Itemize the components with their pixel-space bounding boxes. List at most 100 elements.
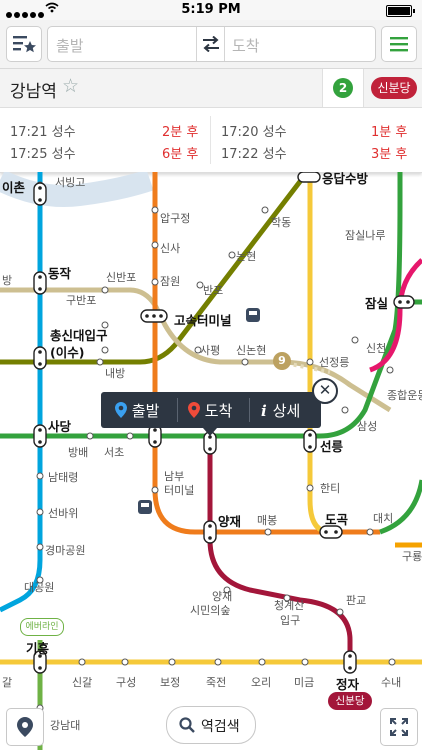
station-gyeongma[interactable]: 경마공원 <box>45 542 85 558</box>
station-dongjak[interactable]: 동작 <box>48 263 71 282</box>
station-banpo[interactable]: 반포 <box>203 282 223 298</box>
station-maebong[interactable]: 매봉 <box>257 512 277 528</box>
arrival-eta-1: 2분 후 <box>162 125 199 140</box>
station-nambu-2[interactable]: 터미널 <box>164 482 194 498</box>
station-seocho[interactable]: 서초 <box>104 444 124 460</box>
station-seongsu-partial[interactable]: 응답수방 <box>322 172 368 187</box>
route-search-box: 출발 도착 <box>47 26 376 62</box>
tab-line-2[interactable]: 2 <box>322 69 364 107</box>
favorite-star-icon[interactable]: ☆ <box>62 75 79 97</box>
sinbundang-line <box>207 436 353 662</box>
station-jamwon[interactable]: 잠원 <box>160 273 180 289</box>
station-sadang[interactable]: 사당 <box>48 416 71 435</box>
station-migeum[interactable]: 미금 <box>294 674 314 690</box>
station-singal[interactable]: 신갈 <box>72 674 92 690</box>
station-jeongja[interactable]: 정자 <box>336 674 359 693</box>
station-seobinggo[interactable]: 서빙고 <box>55 174 85 190</box>
arrival-row-1: 17:21 성수 <box>10 125 76 140</box>
station-cheonggyesan-2[interactable]: 입구 <box>280 612 300 628</box>
toolbar: 출발 도착 <box>0 20 422 69</box>
station-sinbanpo[interactable]: 신반포 <box>106 269 136 285</box>
line-9-badge: 9 <box>273 352 291 370</box>
station-guseong[interactable]: 구성 <box>116 674 136 690</box>
arrival-eta-4: 3분 후 <box>371 147 408 162</box>
menu-button[interactable] <box>381 26 417 62</box>
arrival-row-3: 17:25 성수 <box>10 147 76 162</box>
popup-close-icon[interactable]: ✕ <box>312 378 338 404</box>
everline-badge: 에버라인 <box>20 618 64 636</box>
station-gal[interactable]: 갈 <box>2 674 12 690</box>
map-pin-icon <box>17 717 33 737</box>
station-jamsil[interactable]: 잠실 <box>365 293 388 312</box>
station-ori[interactable]: 오리 <box>251 674 271 690</box>
station-sinnonhyeon[interactable]: 신논현 <box>236 342 266 358</box>
station-sports-complex[interactable]: 종합운동 <box>387 387 422 403</box>
origin-input[interactable]: 출발 <box>56 35 84 56</box>
station-namtaeryeong[interactable]: 남태령 <box>48 469 78 485</box>
station-seolleung[interactable]: 선릉 <box>320 436 343 455</box>
favorites-menu-button[interactable] <box>6 26 42 62</box>
station-sinchon[interactable]: 신천 <box>366 340 386 356</box>
popup-destination-button[interactable]: 도착 <box>188 400 232 421</box>
station-nonhyeon[interactable]: 논현 <box>236 248 256 264</box>
popup-pointer <box>203 428 217 436</box>
bus-icon-1 <box>246 308 260 322</box>
station-yangjae-forest-2[interactable]: 시민의숲 <box>190 602 230 618</box>
station-samseong[interactable]: 삼성 <box>357 418 377 434</box>
subway-map[interactable]: 9 에버라인 신분당 이촌 서빙고 응답수방 압구정 학동 잠실나루 동작 신반… <box>0 172 422 750</box>
station-name: 강남역 <box>10 82 57 102</box>
line-4 <box>0 172 43 613</box>
station-bangbae[interactable]: 방배 <box>68 444 88 460</box>
fullscreen-button[interactable] <box>380 708 418 746</box>
station-gangnamdae[interactable]: 강남대 <box>50 717 80 733</box>
station-yangjae[interactable]: 양재 <box>218 511 241 530</box>
station-popup: 출발 도착 i 상세 <box>101 392 321 428</box>
destination-pin-icon <box>188 402 200 418</box>
origin-pin-icon <box>115 402 127 418</box>
popup-detail-button[interactable]: i 상세 <box>261 400 300 421</box>
station-sapyeong[interactable]: 사평 <box>200 342 220 358</box>
arrivals-panel: 17:21 성수 2분 후 17:20 성수 1분 후 17:25 성수 6분 … <box>0 108 422 173</box>
bundang-line <box>307 172 331 535</box>
arrival-eta-3: 6분 후 <box>162 147 199 162</box>
station-header: 강남역 ☆ 2 신분당 <box>0 69 422 108</box>
station-isu[interactable]: (이수) <box>50 342 84 361</box>
station-bojeong[interactable]: 보정 <box>160 674 180 690</box>
bus-icon-2 <box>138 500 152 514</box>
station-guryong[interactable]: 구룡 <box>402 548 422 564</box>
station-pangyo[interactable]: 판교 <box>346 592 366 608</box>
station-search-label: 역검색 <box>201 719 240 735</box>
destination-input[interactable]: 도착 <box>232 35 260 56</box>
station-jukjeon[interactable]: 죽전 <box>206 674 226 690</box>
location-pin-button[interactable] <box>6 708 44 746</box>
station-express-terminal[interactable]: 고속터미널 <box>174 310 232 329</box>
station-daegongwon[interactable]: 대공원 <box>24 579 54 595</box>
station-sinsa[interactable]: 신사 <box>160 240 180 256</box>
line-2-badge: 2 <box>333 78 353 98</box>
station-hanti[interactable]: 한티 <box>320 480 340 496</box>
search-icon <box>179 717 195 733</box>
station-cheonggyesan-1[interactable]: 청계산 <box>274 597 304 613</box>
station-naebang[interactable]: 내방 <box>105 365 125 381</box>
station-seonbawi[interactable]: 선바위 <box>48 505 78 521</box>
station-daechi[interactable]: 대치 <box>373 510 393 526</box>
station-gubanpo[interactable]: 구반포 <box>66 292 96 308</box>
sinbundang-badge: 신분당 <box>328 692 372 710</box>
station-seonjeongneung[interactable]: 선정릉 <box>319 354 349 370</box>
station-hakdong[interactable]: 학동 <box>271 214 291 230</box>
station-dogok[interactable]: 도곡 <box>325 509 348 528</box>
tab-sinbundang[interactable]: 신분당 <box>371 77 417 99</box>
station-bang[interactable]: 방 <box>2 272 12 288</box>
battery-icon <box>386 5 415 17</box>
station-apgujeong[interactable]: 압구정 <box>160 210 190 226</box>
subway-lines <box>0 172 422 750</box>
station-iichon[interactable]: 이촌 <box>2 177 25 196</box>
arrival-row-2: 17:20 성수 <box>221 125 287 140</box>
station-giheung[interactable]: 기흥 <box>26 638 49 657</box>
swap-icon[interactable] <box>202 36 220 52</box>
popup-origin-button[interactable]: 출발 <box>115 400 159 421</box>
station-jamsilnaru[interactable]: 잠실나루 <box>345 227 385 243</box>
arrival-row-4: 17:22 성수 <box>221 147 287 162</box>
station-sunae[interactable]: 수내 <box>381 674 401 690</box>
station-search-button[interactable]: 역검색 <box>166 706 256 744</box>
